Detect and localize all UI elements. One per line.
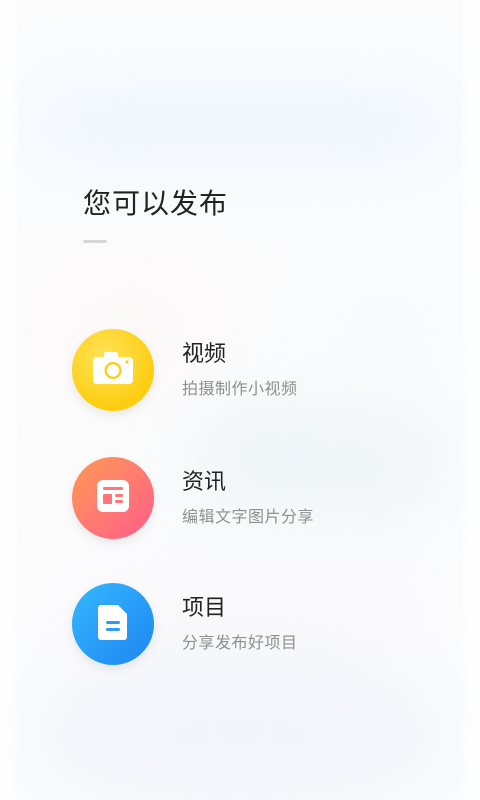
video-option-title: 视频 [182,342,227,367]
project-option-title: 项目 [182,596,227,621]
project-option-circle [72,583,154,665]
video-option-circle [72,329,154,411]
news-option-text: 资讯 编辑文字图片分享 [182,469,314,527]
article-icon [94,477,132,519]
document-icon [95,602,131,646]
publish-option-news[interactable]: 资讯 编辑文字图片分享 [72,456,432,540]
page-title: 您可以发布 [83,187,229,220]
publish-option-project[interactable]: 项目 分享发布好项目 [72,582,432,666]
publish-panel: 您可以发布 视频 拍摄制作小视频 资讯 编辑文字图片分享 项目 分享发布好项目 [0,0,480,800]
news-option-subtitle: 编辑文字图片分享 [182,507,315,526]
project-option-subtitle: 分享发布好项目 [182,633,298,652]
video-option-text: 视频 拍摄制作小视频 [182,341,298,399]
project-option-text: 项目 分享发布好项目 [182,595,298,653]
title-divider [83,240,107,243]
video-option-subtitle: 拍摄制作小视频 [182,379,298,398]
news-option-circle [72,457,154,539]
camera-icon [91,350,135,390]
publish-option-video[interactable]: 视频 拍摄制作小视频 [72,328,432,412]
news-option-title: 资讯 [182,470,227,495]
